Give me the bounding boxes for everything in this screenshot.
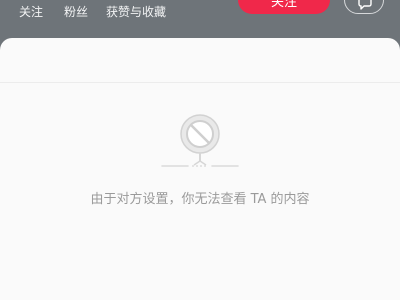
profile-screen: 关注 粉丝 获赞与收藏 关注 由于对方设置，你无法查看 TA 的内容	[0, 0, 400, 300]
profile-stats-bar: 关注 粉丝 获赞与收藏 关注	[0, 0, 400, 30]
fans-count-link[interactable]: 粉丝	[64, 3, 88, 21]
content-panel: 由于对方设置，你无法查看 TA 的内容	[0, 38, 400, 300]
blocked-privacy-icon	[161, 114, 239, 167]
follow-button[interactable]: 关注	[238, 0, 330, 14]
panel-divider	[0, 82, 400, 83]
message-button[interactable]	[344, 0, 384, 14]
empty-state-message: 由于对方设置，你无法查看 TA 的内容	[90, 192, 310, 207]
likes-and-favorites-link[interactable]: 获赞与收藏	[106, 3, 166, 21]
message-icon	[358, 0, 372, 10]
following-count-link[interactable]: 关注	[19, 3, 43, 21]
